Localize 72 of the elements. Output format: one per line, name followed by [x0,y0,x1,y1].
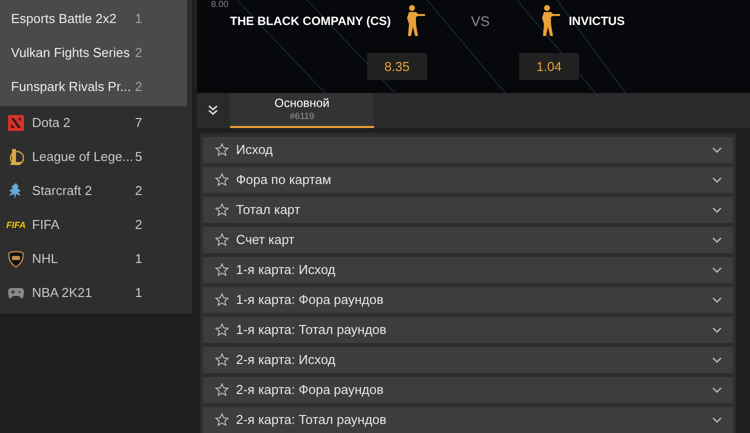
nhl-shield-icon [8,250,24,268]
team-name: INVICTUS [568,13,625,30]
star-icon[interactable] [215,173,229,187]
market-row[interactable]: 2-я карта: Фора раундов [203,377,733,403]
match-time: 8.00 [211,0,229,9]
event-count: 2 [135,216,142,234]
market-name: Счет карт [236,231,296,250]
market-row[interactable]: Счет карт [203,227,733,253]
event-count: 1 [135,250,142,268]
sport-name[interactable]: League of Lege... [32,147,135,167]
sport-name[interactable]: FIFA [32,215,135,235]
chevron-down-icon[interactable] [712,207,722,213]
market-name: 2-я карта: Исход [236,351,336,370]
chevron-down-icon[interactable] [712,417,722,423]
market-row[interactable]: 1-я карта: Фора раундов [203,287,733,313]
chevron-down-icon[interactable] [712,387,722,393]
market-row[interactable]: 2-я карта: Тотал раундов [203,407,733,433]
star-icon[interactable] [215,413,229,427]
market-name: Фора по картам [236,171,332,190]
star-icon[interactable] [215,143,229,157]
chevron-down-icon[interactable] [712,357,722,363]
star-icon[interactable] [215,323,229,337]
odds-button[interactable]: 1.04 [519,53,579,80]
market-name: Тотал карт [236,201,302,220]
market-name: 1-я карта: Тотал раундов [236,321,388,340]
sport-name[interactable]: Dota 2 [32,113,135,133]
chevron-down-icon[interactable] [712,147,722,153]
chevron-down-icon[interactable] [712,327,722,333]
star-icon[interactable] [215,263,229,277]
market-row[interactable]: 1-я карта: Исход [203,257,733,283]
fifa-logo-icon: FIFA [6,220,26,230]
market-name: 1-я карта: Фора раундов [236,291,385,310]
market-name: Исход [236,141,274,160]
star-icon[interactable] [215,203,229,217]
market-name: 1-я карта: Исход [236,261,336,280]
event-count: 1 [135,284,142,302]
league-name[interactable]: Funspark Rivals Pr... [11,77,135,97]
league-name[interactable]: Vulkan Fights Series [11,43,135,63]
gamepad-icon [8,287,24,299]
chevron-down-icon[interactable] [712,237,722,243]
star-icon[interactable] [215,383,229,397]
sport-name[interactable]: NHL [32,249,135,269]
event-count: 2 [135,78,142,96]
market-row[interactable]: 1-я карта: Тотал раундов [203,317,733,343]
chevron-down-icon[interactable] [712,297,722,303]
event-count: 2 [135,182,142,200]
collapse-icon[interactable] [208,105,218,116]
event-count: 2 [135,44,142,62]
market-row[interactable]: Фора по картам [203,167,733,193]
lol-logo-icon [8,148,24,166]
league-name[interactable]: Esports Battle 2x2 [11,9,135,29]
market-row[interactable]: Исход [203,137,733,163]
market-name: 2-я карта: Тотал раундов [236,411,388,430]
star-icon[interactable] [215,233,229,247]
chevron-down-icon[interactable] [712,177,722,183]
event-count: 1 [135,10,142,28]
event-count: 7 [135,114,142,132]
market-row[interactable]: 2-я карта: Исход [203,347,733,373]
chevron-down-icon[interactable] [712,267,722,273]
star-icon[interactable] [215,353,229,367]
team-name: THE BLACK COMPANY (CS) [230,13,392,30]
sport-name[interactable]: NBA 2K21 [32,283,135,303]
soldier-icon [404,4,426,38]
market-row[interactable]: Тотал карт [203,197,733,223]
market-tab[interactable]: Основной #6119 [230,92,374,128]
event-count: 5 [135,148,142,166]
market-name: 2-я карта: Фора раундов [236,381,385,400]
star-icon[interactable] [215,293,229,307]
sport-name[interactable]: Starcraft 2 [32,181,135,201]
dota-logo-icon [8,115,24,131]
odds-button[interactable]: 8.35 [367,53,427,80]
versus-label: VS [471,12,490,30]
